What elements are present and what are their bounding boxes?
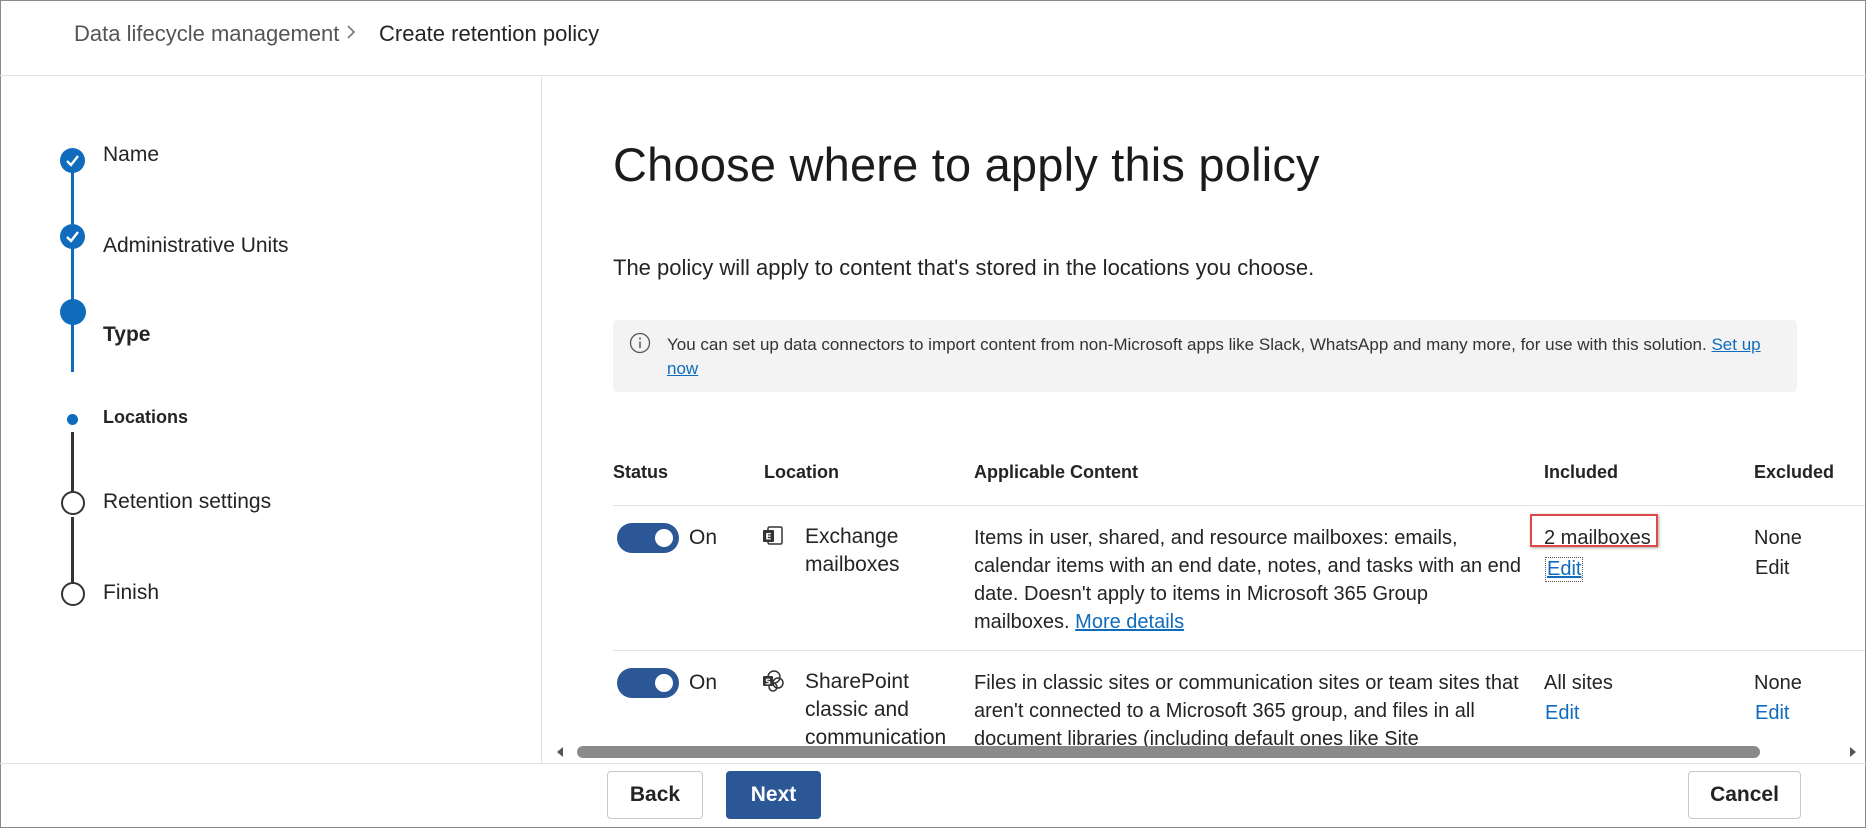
chevron-right-icon <box>347 25 356 39</box>
status-label: On <box>689 671 718 694</box>
applicable-content-body: Files in classic sites or communication … <box>974 672 1519 750</box>
highlight-box <box>1530 514 1658 547</box>
scroll-left-arrow-icon[interactable] <box>555 746 565 758</box>
row-divider <box>613 650 1865 651</box>
check-circle-icon <box>60 148 85 173</box>
step-retention-settings[interactable]: Retention settings <box>103 490 271 514</box>
step-connector <box>71 248 74 300</box>
check-circle-icon <box>60 224 85 249</box>
pending-step-icon <box>61 582 85 606</box>
breadcrumb-current: Create retention policy <box>379 21 600 46</box>
cancel-button[interactable]: Cancel <box>1688 771 1801 819</box>
sharepoint-status-toggle[interactable] <box>617 668 679 698</box>
included-value: All sites <box>1544 672 1613 694</box>
current-step-icon <box>60 299 86 325</box>
row-divider <box>613 505 1865 506</box>
step-connector <box>71 172 74 224</box>
info-icon <box>629 332 651 354</box>
applicable-content-body: Items in user, shared, and resource mail… <box>974 527 1522 633</box>
breadcrumb-root[interactable]: Data lifecycle management <box>74 21 339 47</box>
included-edit-link[interactable]: Edit <box>1545 557 1584 582</box>
main-content: Choose where to apply this policy The po… <box>543 77 1865 763</box>
location-name: SharePoint classic and communication <box>805 670 947 749</box>
excluded-edit-link[interactable]: Edit <box>1755 557 1789 580</box>
footer-bar: Back Next Cancel <box>0 763 1866 828</box>
step-connector <box>71 517 74 584</box>
page-title: Choose where to apply this policy <box>613 138 1320 191</box>
toggle-knob <box>655 674 673 692</box>
step-connector <box>71 432 74 492</box>
toggle-knob <box>655 529 673 547</box>
substep-dot-icon <box>67 414 78 425</box>
scrollbar-thumb[interactable] <box>577 746 1760 758</box>
excluded-edit-link[interactable]: Edit <box>1755 702 1789 725</box>
header-bar: Data lifecycle management Create retenti… <box>0 0 1866 76</box>
step-finish[interactable]: Finish <box>103 581 159 605</box>
column-header-status: Status <box>613 462 669 482</box>
info-message-bar: You can set up data connectors to import… <box>613 320 1797 392</box>
svg-text:E: E <box>765 533 771 543</box>
included-edit-link[interactable]: Edit <box>1545 702 1579 725</box>
excluded-value: None <box>1754 527 1802 549</box>
step-type[interactable]: Type <box>103 323 150 347</box>
page-description: The policy will apply to content that's … <box>613 255 1315 280</box>
horizontal-scrollbar[interactable] <box>543 741 1866 763</box>
more-details-link[interactable]: More details <box>1075 611 1184 633</box>
step-name[interactable]: Name <box>103 143 159 167</box>
info-message-body: You can set up data connectors to import… <box>667 335 1707 354</box>
exchange-icon: E <box>763 526 783 545</box>
exchange-status-toggle[interactable] <box>617 523 679 553</box>
applicable-content-text: Items in user, shared, and resource mail… <box>974 524 1524 636</box>
back-button[interactable]: Back <box>607 771 703 819</box>
wizard-step-nav: Name Administrative Units Type Locations… <box>0 77 542 763</box>
step-administrative-units[interactable]: Administrative Units <box>103 234 289 258</box>
column-header-applicable-content: Applicable Content <box>974 462 1139 482</box>
svg-text:S: S <box>765 678 771 687</box>
column-header-excluded: Excluded <box>1754 462 1835 482</box>
info-message-text: You can set up data connectors to import… <box>667 333 1767 381</box>
column-header-location: Location <box>764 462 839 482</box>
column-header-included: Included <box>1544 462 1619 482</box>
excluded-value: None <box>1754 672 1802 694</box>
next-button[interactable]: Next <box>726 771 821 819</box>
status-label: On <box>689 526 718 549</box>
pending-step-icon <box>61 491 85 515</box>
scroll-right-arrow-icon[interactable] <box>1848 746 1858 758</box>
step-connector <box>71 324 74 372</box>
location-name: Exchange mailboxes <box>805 525 900 576</box>
step-locations[interactable]: Locations <box>103 407 188 428</box>
sharepoint-icon: S <box>763 670 784 692</box>
